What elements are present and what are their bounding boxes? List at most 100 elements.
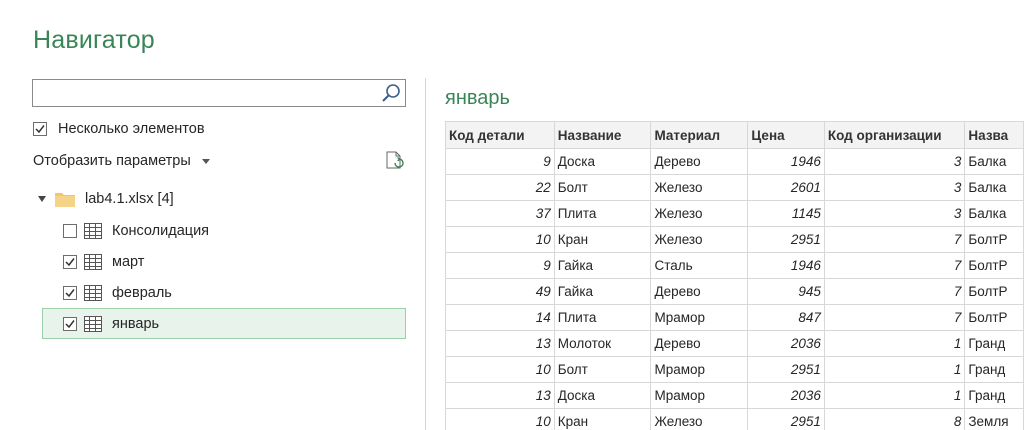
table-cell: 9 <box>445 252 555 279</box>
table-cell: 13 <box>445 330 555 357</box>
tree-item-checkbox[interactable] <box>63 223 77 238</box>
table-row: 22 Болт Железо 2601 3 Балка <box>445 174 1024 201</box>
table-cell: 10 <box>445 408 555 430</box>
column-header[interactable]: Код организации <box>823 121 966 149</box>
preview-table-container[interactable]: Код детали Название Материал Цена Код ор… <box>445 121 1024 430</box>
tree-item-january[interactable]: январь <box>42 308 406 339</box>
tree-item-consolidation[interactable]: Консолидация <box>42 215 406 246</box>
collapse-arrow-icon[interactable] <box>38 196 46 202</box>
tree-item-label: Консолидация <box>112 222 210 239</box>
table-cell: 1 <box>823 382 966 409</box>
table-cell: Мрамор <box>650 356 749 383</box>
table-cell: Земля <box>964 408 1024 430</box>
table-cell: БолтР <box>964 252 1024 279</box>
multi-select-checkbox[interactable] <box>33 122 47 136</box>
table-cell: Плита <box>553 304 652 331</box>
tree-item-checkbox[interactable] <box>63 316 77 331</box>
checkmark-icon <box>35 125 45 134</box>
table-cell: Мрамор <box>650 382 749 409</box>
table-cell: Гайка <box>553 278 652 305</box>
chevron-down-icon <box>201 158 210 164</box>
display-options-dropdown[interactable]: Отобразить параметры <box>33 153 210 169</box>
table-cell: Железо <box>650 408 749 430</box>
table-row: 10 Кран Железо 2951 7 БолтР <box>445 226 1024 253</box>
table-cell: 14 <box>445 304 555 331</box>
checkmark-icon <box>65 257 75 266</box>
table-row: 9 Доска Дерево 1946 3 Балка <box>445 148 1024 175</box>
table-cell: Кран <box>553 408 652 430</box>
table-cell: Гранд <box>964 330 1024 357</box>
multi-select-label: Несколько элементов <box>58 121 205 137</box>
table-cell: Балка <box>964 174 1024 201</box>
table-header-row: Код детали Название Материал Цена Код ор… <box>445 121 1024 149</box>
table-cell: 2036 <box>747 330 825 357</box>
table-cell: 1 <box>823 330 966 357</box>
search-input[interactable] <box>33 80 373 106</box>
column-header[interactable]: Цена <box>747 121 825 149</box>
tree-item-checkbox[interactable] <box>63 254 77 269</box>
table-cell: 2951 <box>747 408 825 430</box>
table-cell: 2951 <box>747 226 825 253</box>
table-cell: 2951 <box>747 356 825 383</box>
table-cell: 7 <box>823 226 966 253</box>
table-cell: Гранд <box>964 382 1024 409</box>
table-cell: 2601 <box>747 174 825 201</box>
table-cell: 7 <box>823 252 966 279</box>
table-cell: Мрамор <box>650 304 749 331</box>
table-cell: 1145 <box>747 200 825 227</box>
table-cell: Кран <box>553 226 652 253</box>
column-header[interactable]: Название <box>553 121 652 149</box>
refresh-icon[interactable] <box>384 150 406 172</box>
tree-item-label: февраль <box>112 284 172 301</box>
table-cell: Балка <box>964 148 1024 175</box>
search-icon[interactable] <box>380 82 402 104</box>
tree-item-label: март <box>112 253 145 270</box>
table-cell: 945 <box>747 278 825 305</box>
table-cell: 7 <box>823 278 966 305</box>
tree-item-label: январь <box>112 315 160 332</box>
table-cell: 847 <box>747 304 825 331</box>
navigator-title: Навигатор <box>33 26 155 54</box>
table-cell: 7 <box>823 304 966 331</box>
table-cell: БолтР <box>964 304 1024 331</box>
tree-root-label: lab4.1.xlsx [4] <box>85 191 174 207</box>
table-row: 14 Плита Мрамор 847 7 БолтР <box>445 304 1024 331</box>
table-cell: 1946 <box>747 148 825 175</box>
table-cell: 9 <box>445 148 555 175</box>
tree-item-february[interactable]: февраль <box>42 277 406 308</box>
table-icon <box>84 253 102 270</box>
column-header[interactable]: Материал <box>650 121 749 149</box>
table-cell: БолтР <box>964 278 1024 305</box>
table-cell: Доска <box>553 382 652 409</box>
table-row: 10 Кран Железо 2951 8 Земля <box>445 408 1024 430</box>
checkmark-icon <box>65 288 75 297</box>
table-row: 13 Молоток Дерево 2036 1 Гранд <box>445 330 1024 357</box>
column-header[interactable]: Код детали <box>445 121 555 149</box>
column-header[interactable]: Назва <box>964 121 1024 149</box>
table-cell: Железо <box>650 200 749 227</box>
table-cell: Болт <box>553 356 652 383</box>
table-cell: Дерево <box>650 330 749 357</box>
table-cell: Дерево <box>650 148 749 175</box>
table-row: 37 Плита Железо 1145 3 Балка <box>445 200 1024 227</box>
tree-item-march[interactable]: март <box>42 246 406 277</box>
tree-item-checkbox[interactable] <box>63 285 77 300</box>
table-cell: Железо <box>650 174 749 201</box>
multi-select-option[interactable]: Несколько элементов <box>33 121 205 137</box>
table-cell: 10 <box>445 356 555 383</box>
table-cell: 3 <box>823 148 966 175</box>
table-icon <box>84 315 102 332</box>
table-icon <box>84 284 102 301</box>
table-cell: 37 <box>445 200 555 227</box>
table-row: 10 Болт Мрамор 2951 1 Гранд <box>445 356 1024 383</box>
checkmark-icon <box>65 319 75 328</box>
table-cell: Гранд <box>964 356 1024 383</box>
table-cell: Гайка <box>553 252 652 279</box>
tree-root-file[interactable]: lab4.1.xlsx [4] <box>38 189 174 209</box>
table-cell: Плита <box>553 200 652 227</box>
panel-divider[interactable] <box>425 78 426 430</box>
table-cell: Дерево <box>650 278 749 305</box>
search-box[interactable] <box>32 79 406 107</box>
table-cell: 3 <box>823 200 966 227</box>
table-row: 9 Гайка Сталь 1946 7 БолтР <box>445 252 1024 279</box>
